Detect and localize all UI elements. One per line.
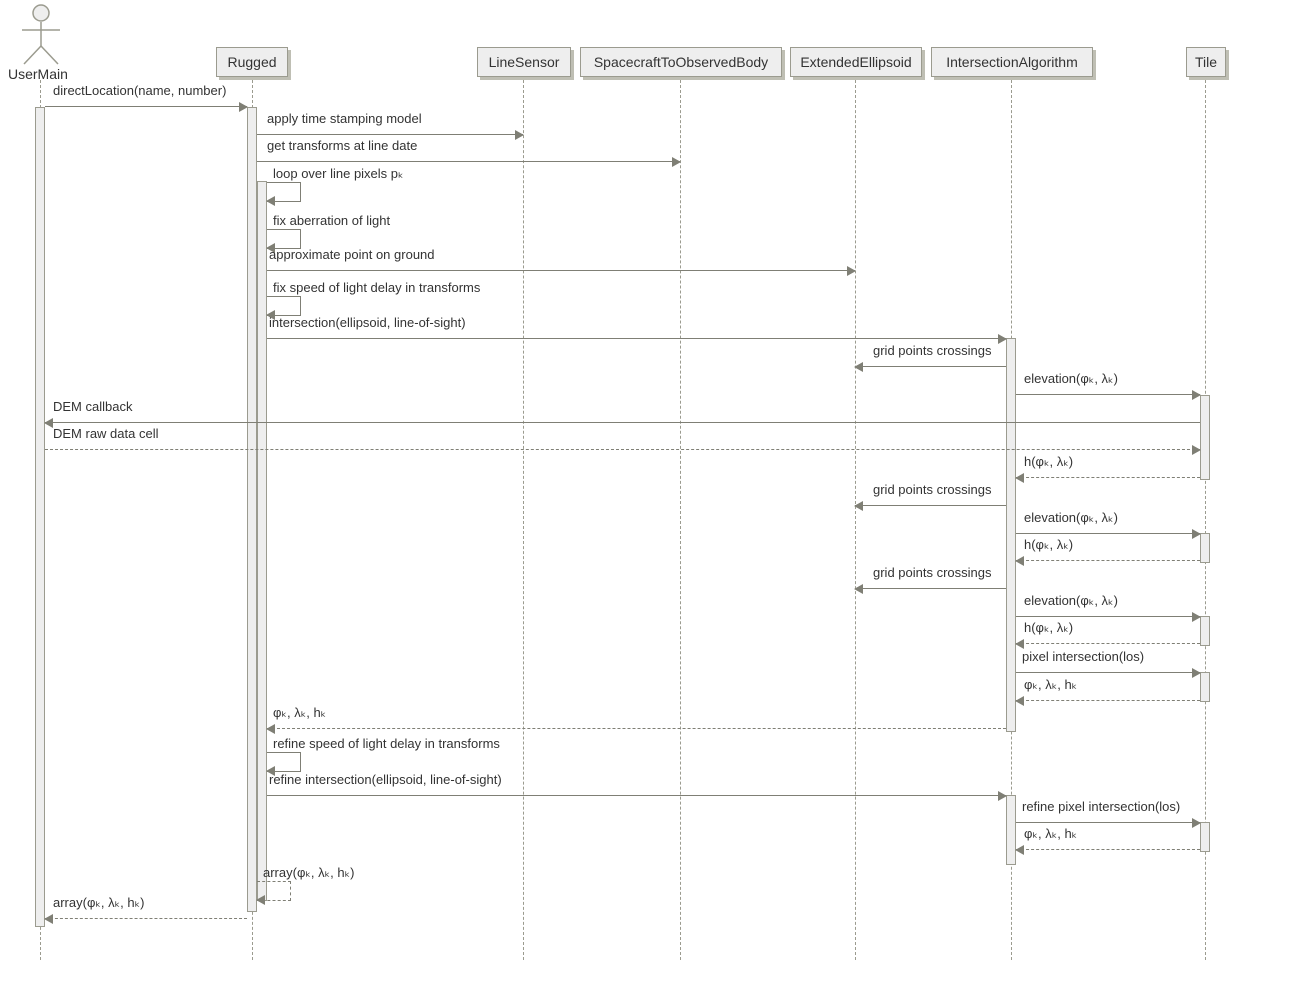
- activation-tile-4: [1200, 672, 1210, 702]
- msg-array-return: array(φₖ, λₖ, hₖ): [45, 912, 247, 926]
- activation-tile-5: [1200, 822, 1210, 852]
- msg-h-return-1: h(φₖ, λₖ): [1016, 471, 1200, 485]
- msg-grid-crossings-3: grid points crossings: [855, 582, 1006, 596]
- activation-tile-1: [1200, 395, 1210, 480]
- lifeline-sctobody: [680, 80, 681, 960]
- msg-refine-speed: refine speed of light delay in transform…: [267, 752, 301, 772]
- sequence-diagram: UserMain Rugged LineSensor SpacecraftToO…: [0, 0, 1292, 998]
- participant-extellipsoid: ExtendedEllipsoid: [790, 47, 922, 77]
- msg-plh-return-3: φₖ, λₖ, hₖ: [1016, 843, 1200, 857]
- actor-icon: [31, 3, 51, 23]
- participant-intersectalgo: IntersectionAlgorithm: [931, 47, 1093, 77]
- msg-fix-aberration: fix aberration of light: [267, 229, 301, 249]
- msg-plh-return-2: φₖ, λₖ, hₖ: [267, 722, 1006, 736]
- participant-sctobody: SpacecraftToObservedBody: [580, 47, 782, 77]
- activation-intersectalgo-1: [1006, 338, 1016, 732]
- lifeline-extellipsoid: [855, 80, 856, 960]
- actor-body-icon: [18, 22, 64, 66]
- lifeline-linesensor: [523, 80, 524, 960]
- activation-rugged-inner: [257, 181, 267, 901]
- activation-usermain: [35, 107, 45, 927]
- msg-grid-crossings-1: grid points crossings: [855, 360, 1006, 374]
- msg-refine-intersection: refine intersection(ellipsoid, line-of-s…: [267, 789, 1006, 803]
- msg-loop-pixels: loop over line pixels pₖ: [267, 182, 301, 202]
- msg-array-return-self: array(φₖ, λₖ, hₖ): [257, 881, 291, 901]
- participant-usermain: UserMain: [8, 66, 68, 82]
- msg-elevation-1: elevation(φₖ, λₖ): [1016, 388, 1200, 402]
- msg-grid-crossings-2: grid points crossings: [855, 499, 1006, 513]
- activation-rugged: [247, 107, 257, 912]
- msg-plh-return-1: φₖ, λₖ, hₖ: [1016, 694, 1200, 708]
- msg-direct-location: directLocation(name, number): [45, 100, 247, 114]
- participant-rugged: Rugged: [216, 47, 288, 77]
- activation-tile-2: [1200, 533, 1210, 563]
- participant-linesensor: LineSensor: [477, 47, 571, 77]
- participant-tile: Tile: [1186, 47, 1226, 77]
- activation-tile-3: [1200, 616, 1210, 646]
- msg-approx-point: approximate point on ground: [267, 264, 855, 278]
- msg-h-return-2: h(φₖ, λₖ): [1016, 554, 1200, 568]
- msg-dem-callback: DEM callback: [45, 416, 1200, 430]
- msg-fix-speed-light: fix speed of light delay in transforms: [267, 296, 301, 316]
